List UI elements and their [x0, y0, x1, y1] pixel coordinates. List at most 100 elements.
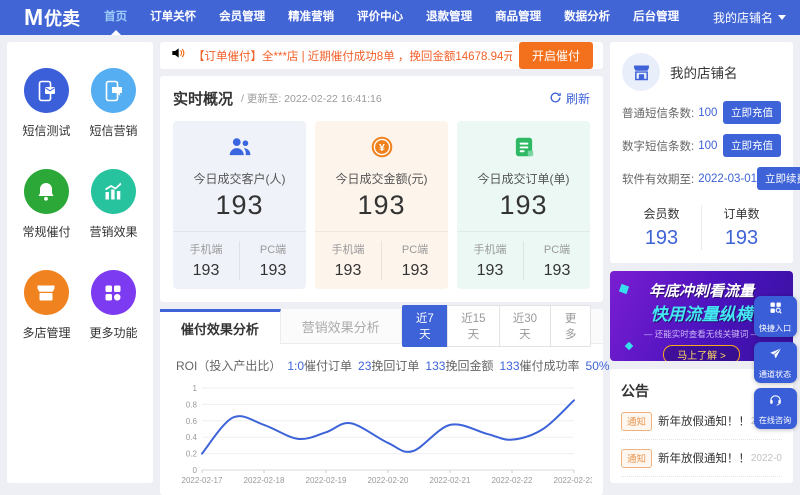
nav-item-8[interactable]: 后台管理 [631, 0, 681, 35]
analysis-tabs: 催付效果分析 营销效果分析 近7天 近15天 近30天 更多 [160, 305, 603, 347]
logo-text: 优卖 [44, 8, 81, 29]
shop-row-2: 软件有效期至: 2022-03-01 立即续费 [622, 167, 800, 190]
range-button-1[interactable]: 近15天 [447, 305, 500, 347]
banner-cta-button[interactable]: 马上了解 > [663, 345, 740, 361]
stat-sub-1: PC端 193 [523, 241, 590, 280]
nav-item-1[interactable]: 订单关怀 [148, 0, 198, 35]
x-tick-label: 2022-02-20 [368, 476, 409, 485]
logo-m-icon: M [24, 3, 43, 30]
x-tick-label: 2022-02-22 [492, 476, 533, 485]
main-menu: 首页 订单关怀 会员管理 精准营销 评价中心 退款管理 商品管理 数据分析 后台管理 [102, 0, 681, 35]
shop-row-button-2[interactable]: 立即续费 [757, 167, 800, 190]
stat-label: 今日成交金额(元) [335, 172, 428, 186]
range-button-3[interactable]: 更多 [550, 305, 592, 347]
sidebar-feature-3[interactable]: 营销效果 [89, 169, 138, 240]
svg-text:¥: ¥ [379, 143, 385, 154]
metric-3: 挽回金额 133 [445, 359, 520, 373]
nav-item-5[interactable]: 退款管理 [424, 0, 474, 35]
notice-text: 新年放假通知！！！ [658, 453, 748, 465]
floating-button-1[interactable]: 通道状态 [754, 342, 797, 383]
banner-deco [624, 341, 634, 351]
shop-row-0: 普通短信条数: 100 立即充值 [622, 101, 781, 124]
page-body: 短信测试 短信营销 常规催付 营销效果 多店管理 更多功能 【订单催付】全***… [0, 35, 800, 495]
nav-item-7[interactable]: 数据分析 [562, 0, 612, 35]
nav-item-3[interactable]: 精准营销 [286, 0, 336, 35]
stat-card-0: 今日成交客户(人) 193 手机端 193 PC端 193 [173, 121, 306, 289]
y-tick-label: 0 [193, 466, 198, 475]
sidebar-feature-label: 短信测试 [22, 124, 71, 138]
notice-date: 2022-0 [750, 452, 782, 464]
nav-item-4[interactable]: 评价中心 [355, 0, 405, 35]
sidebar-feature-label: 常规催付 [22, 225, 71, 239]
nav-item-0[interactable]: 首页 [102, 0, 129, 35]
y-tick-label: 0.8 [186, 400, 198, 409]
y-tick-label: 0.2 [186, 450, 198, 459]
sidebar: 短信测试 短信营销 常规催付 营销效果 多店管理 更多功能 [7, 42, 153, 483]
range-button-0[interactable]: 近7天 [401, 305, 449, 347]
floating-button-0[interactable]: 快捷入口 [754, 296, 797, 337]
stat-sub-1: PC端 193 [239, 241, 306, 280]
bar-chart-icon [90, 169, 136, 214]
stat-value: 193 [357, 190, 406, 220]
sidebar-feature-1[interactable]: 短信营销 [89, 68, 138, 139]
stat-label: 今日成交客户(人) [193, 172, 286, 186]
tab-0[interactable]: 催付效果分析 [160, 309, 281, 344]
realtime-title: 实时概况 [173, 91, 234, 108]
notice-text: 新年放假通知！！！ [658, 416, 748, 428]
roi-line-chart: 0 0.2 0.4 0.6 0.8 1 2022-02-17 2022-02-18 2022-0… [160, 378, 603, 495]
stat-sub-0: 手机端 193 [331, 244, 365, 279]
stat-card-2: 今日成交订单(单) 193 手机端 193 PC端 193 [457, 121, 590, 289]
announcement-bar: 【订单催付】全***店 | 近期催付成功8单 ，挽回金额14678.94元，催付… [160, 42, 603, 69]
shop-avatar [622, 53, 660, 91]
stat-sub-0: 手机端 193 [189, 244, 223, 279]
nav-item-6[interactable]: 商品管理 [493, 0, 543, 35]
app-logo[interactable]: M 优卖 [24, 5, 80, 31]
notice-item-1[interactable]: 通知 新年放假通知！！！ 2022-0 [621, 440, 782, 477]
notice-item-2[interactable]: 新功能 自动化营销功能上线 2022-01-25 [621, 477, 782, 483]
order-doc-icon [511, 137, 537, 164]
y-tick-label: 1 [193, 384, 198, 393]
metric-4: 催付成功率 50% [519, 359, 610, 373]
headset-icon [768, 392, 783, 412]
paper-plane-icon [768, 346, 783, 366]
sidebar-feature-4[interactable]: 多店管理 [22, 270, 71, 341]
users-icon [227, 138, 253, 164]
sidebar-feature-label: 短信营销 [89, 124, 138, 138]
floating-button-2[interactable]: 在线咨询 [754, 388, 797, 429]
metrics-row: ROI（投入产出比） 1:0 催付订单 23 挽回订单 133 挽回金额 133 催付成… [160, 344, 610, 378]
metric-2: 挽回订单 133 [371, 359, 446, 373]
top-navbar: M 优卖 首页 订单关怀 会员管理 精准营销 评价中心 退款管理 商品管理 数据分析 后台管理 … [0, 0, 800, 35]
stat-sub-1: PC端 193 [381, 241, 448, 280]
x-tick-label: 2022-02-19 [306, 476, 347, 485]
sidebar-feature-5[interactable]: 更多功能 [89, 270, 138, 341]
date-range-group: 近7天 近15天 近30天 更多 [401, 305, 592, 347]
realtime-panel: 实时概况 / 更新至: 2022-02-22 16:41:16 刷新 今日成交客… [160, 76, 603, 302]
refresh-button[interactable]: 刷新 [549, 90, 590, 107]
stat-value: 193 [499, 190, 548, 220]
sidebar-feature-label: 营销效果 [89, 225, 138, 239]
range-button-2[interactable]: 近30天 [498, 305, 552, 347]
stat-label: 今日成交订单(单) [477, 172, 570, 186]
phone-chat-icon [90, 68, 136, 113]
shop-row-1: 数字短信条数: 100 立即充值 [622, 134, 781, 157]
x-tick-label: 2022-02-17 [182, 476, 223, 485]
start-reminder-button[interactable]: 开启催付 [518, 42, 593, 69]
tab-1[interactable]: 营销效果分析 [281, 309, 402, 343]
account-menu[interactable]: 我的店铺名 [713, 9, 786, 26]
x-tick-label: 2022-02-21 [430, 476, 471, 485]
sidebar-feature-2[interactable]: 常规催付 [22, 169, 71, 240]
notice-badge: 通知 [621, 448, 653, 468]
shop-stat-0: 会员数 193 [643, 207, 680, 249]
refresh-icon [549, 91, 562, 107]
shop-row-button-1[interactable]: 立即充值 [723, 134, 781, 157]
y-tick-label: 0.6 [186, 417, 198, 426]
x-tick-label: 2022-02-23 [554, 476, 592, 485]
shop-row-button-0[interactable]: 立即充值 [723, 101, 781, 124]
yen-coin-icon: ¥ [369, 136, 395, 164]
sidebar-feature-label: 更多功能 [89, 326, 138, 340]
shop-name: 我的店铺名 [670, 66, 738, 81]
nav-item-2[interactable]: 会员管理 [217, 0, 267, 35]
sidebar-feature-0[interactable]: 短信测试 [22, 68, 71, 139]
speaker-icon [170, 45, 186, 66]
metric-1: 催付订单 23 [304, 359, 372, 373]
